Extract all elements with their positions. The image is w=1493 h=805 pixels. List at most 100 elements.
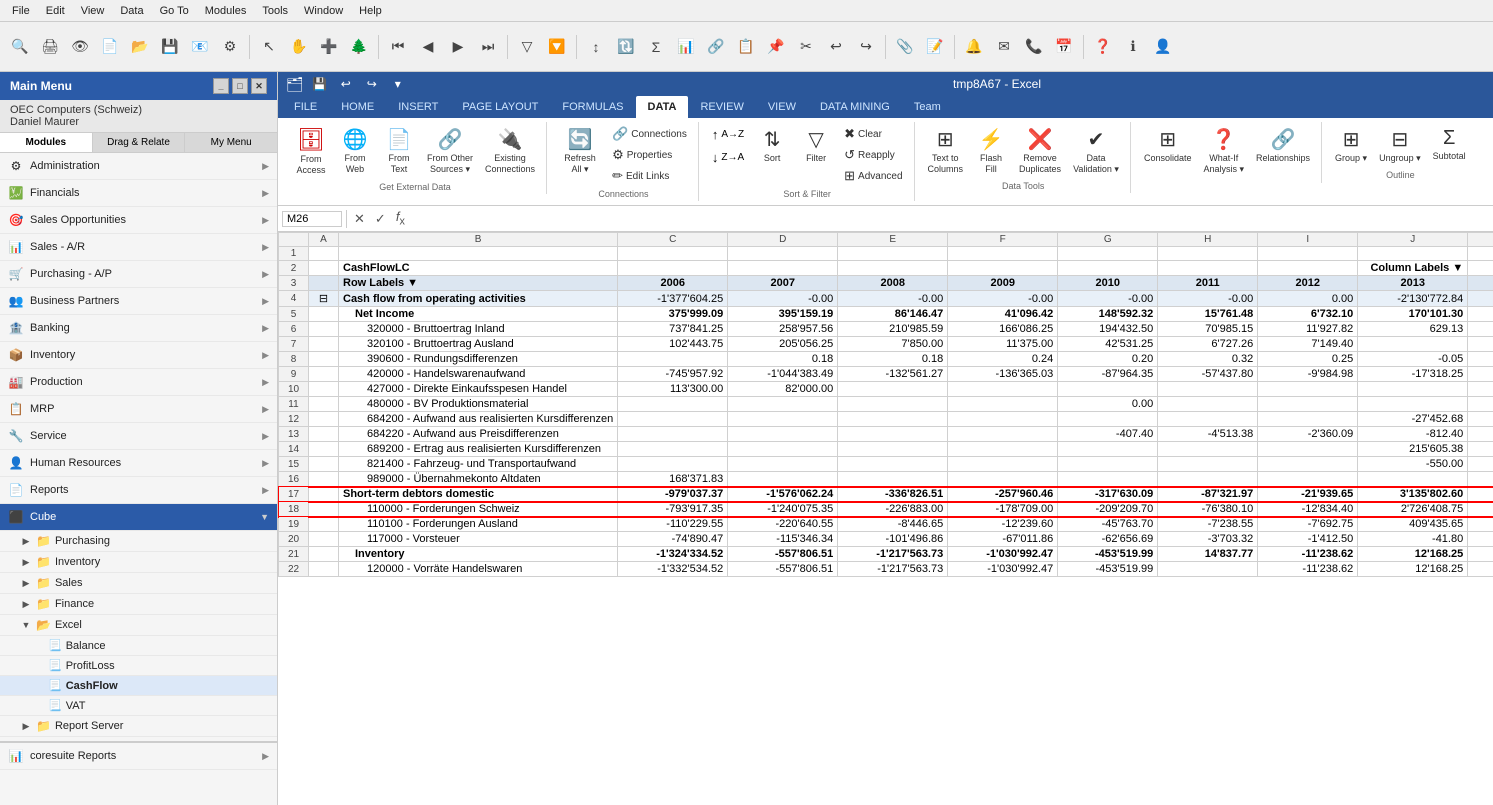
sort-az-btn[interactable]: ↑ A→Z	[707, 124, 749, 145]
tab-team[interactable]: Team	[902, 96, 953, 118]
cell-h5[interactable]: 15'761.48	[1158, 307, 1258, 322]
cell-i1[interactable]	[1258, 247, 1358, 261]
cell-b11[interactable]: 480000 - BV Produktionsmaterial	[339, 397, 618, 412]
refresh-all-btn[interactable]: 🔄 Refresh All ▾	[555, 124, 605, 178]
cell-reference-input[interactable]	[282, 211, 342, 227]
connections-btn[interactable]: 🔗 Connections	[607, 124, 692, 144]
cell-a16[interactable]	[309, 472, 339, 487]
qa-dropdown-btn[interactable]: ▾	[388, 74, 408, 94]
cell-f17[interactable]: -257'960.46	[948, 487, 1058, 502]
cell-e15[interactable]	[838, 457, 948, 472]
cell-d15[interactable]	[728, 457, 838, 472]
sidebar-item-mrp[interactable]: 📋 MRP ▶	[0, 396, 277, 423]
cell-c9[interactable]: -745'957.92	[618, 367, 728, 382]
cell-c8[interactable]	[618, 352, 728, 367]
cell-e10[interactable]	[838, 382, 948, 397]
cell-f6[interactable]: 166'086.25	[948, 322, 1058, 337]
cell-c13[interactable]	[618, 427, 728, 442]
cell-j14[interactable]: 215'605.38	[1358, 442, 1468, 457]
cell-a2[interactable]	[309, 261, 339, 276]
from-web-btn[interactable]: 🌐 From Web	[334, 124, 376, 178]
cell-i6[interactable]: 11'927.82	[1258, 322, 1358, 337]
consolidate-btn[interactable]: ⊞ Consolidate	[1139, 124, 1197, 167]
cell-j21[interactable]: 12'168.25	[1358, 547, 1468, 562]
cell-f9[interactable]: -136'365.03	[948, 367, 1058, 382]
cell-e11[interactable]	[838, 397, 948, 412]
tab-drag-relate[interactable]: Drag & Relate	[93, 133, 186, 152]
toolbar-copy-btn[interactable]: 📋	[732, 33, 760, 61]
reapply-btn[interactable]: ↺ Reapply	[839, 145, 907, 165]
toolbar-new-btn[interactable]: 📄	[96, 33, 124, 61]
formula-confirm-icon[interactable]: ✓	[372, 211, 389, 227]
cell-h12[interactable]	[1158, 412, 1258, 427]
cell-j17[interactable]: 3'135'802.60	[1358, 487, 1468, 502]
cell-e21[interactable]: -1'217'563.73	[838, 547, 948, 562]
cell-k3[interactable]: Grand Total	[1468, 276, 1493, 291]
cell-g16[interactable]	[1058, 472, 1158, 487]
cell-d11[interactable]	[728, 397, 838, 412]
tab-formulas[interactable]: FORMULAS	[550, 96, 635, 118]
cell-d14[interactable]	[728, 442, 838, 457]
toolbar-filter2-btn[interactable]: 🔽	[543, 33, 571, 61]
cell-a6[interactable]	[309, 322, 339, 337]
filter-btn[interactable]: ▽ Filter	[795, 124, 837, 167]
toolbar-print-preview-btn[interactable]: 👁	[66, 33, 94, 61]
cell-c15[interactable]	[618, 457, 728, 472]
cell-c18[interactable]: -793'917.35	[618, 502, 728, 517]
cell-d16[interactable]	[728, 472, 838, 487]
cell-c22[interactable]: -1'332'534.52	[618, 562, 728, 577]
cell-b22[interactable]: 120000 - Vorräte Handelswaren	[339, 562, 618, 577]
cell-f21[interactable]: -1'030'992.47	[948, 547, 1058, 562]
cell-f4[interactable]: -0.00	[948, 291, 1058, 307]
cell-b12[interactable]: 684200 - Aufwand aus realisierten Kursdi…	[339, 412, 618, 427]
cell-b4[interactable]: Cash flow from operating activities	[339, 291, 618, 307]
formula-fx-icon[interactable]: fx	[393, 209, 408, 228]
cell-a3[interactable]	[309, 276, 339, 291]
cell-b15[interactable]: 821400 - Fahrzeug- und Transportaufwand	[339, 457, 618, 472]
cell-f2[interactable]	[948, 261, 1058, 276]
tab-data-mining[interactable]: DATA MINING	[808, 96, 902, 118]
cell-h18[interactable]: -76'380.10	[1158, 502, 1258, 517]
toolbar-cursor-btn[interactable]: ↖	[255, 33, 283, 61]
cell-i10[interactable]	[1258, 382, 1358, 397]
toolbar-alarm-btn[interactable]: 🔔	[960, 33, 988, 61]
cell-h15[interactable]	[1158, 457, 1258, 472]
cell-f1[interactable]	[948, 247, 1058, 261]
cell-j8[interactable]: -0.05	[1358, 352, 1468, 367]
cell-i4[interactable]: 0.00	[1258, 291, 1358, 307]
menu-tools[interactable]: Tools	[254, 3, 296, 19]
cell-c3[interactable]: 2006	[618, 276, 728, 291]
cell-a14[interactable]	[309, 442, 339, 457]
cell-h14[interactable]	[1158, 442, 1258, 457]
cell-b5[interactable]: Net Income	[339, 307, 618, 322]
cell-e22[interactable]: -1'217'563.73	[838, 562, 948, 577]
cell-j4[interactable]: -2'130'772.84	[1358, 291, 1468, 307]
sidebar-close-btn[interactable]: ✕	[251, 78, 267, 94]
menu-goto[interactable]: Go To	[152, 3, 197, 19]
cell-e16[interactable]	[838, 472, 948, 487]
qa-save-btn[interactable]: 💾	[310, 74, 330, 94]
cell-f7[interactable]: 11'375.00	[948, 337, 1058, 352]
toolbar-help-btn[interactable]: ❓	[1089, 33, 1117, 61]
cell-c1[interactable]	[618, 247, 728, 261]
what-if-btn[interactable]: ❓ What-If Analysis ▾	[1198, 124, 1249, 178]
cell-f22[interactable]: -1'030'992.47	[948, 562, 1058, 577]
cell-c4[interactable]: -1'377'604.25	[618, 291, 728, 307]
sidebar-item-cube[interactable]: ⬛ Cube ▼	[0, 504, 277, 531]
toolbar-open-btn[interactable]: 📂	[126, 33, 154, 61]
cell-h22[interactable]	[1158, 562, 1258, 577]
cell-f18[interactable]: -178'709.00	[948, 502, 1058, 517]
tab-my-menu[interactable]: My Menu	[185, 133, 277, 152]
cell-b14[interactable]: 689200 - Ertrag aus realisierten Kursdif…	[339, 442, 618, 457]
cell-h21[interactable]: 14'837.77	[1158, 547, 1258, 562]
cell-d7[interactable]: 205'056.25	[728, 337, 838, 352]
cell-j2[interactable]: Column Labels ▼	[1358, 261, 1468, 276]
cell-a22[interactable]	[309, 562, 339, 577]
cell-e4[interactable]: -0.00	[838, 291, 948, 307]
toolbar-nav-prev-btn[interactable]: ◀	[414, 33, 442, 61]
cell-f13[interactable]	[948, 427, 1058, 442]
cell-e14[interactable]	[838, 442, 948, 457]
sidebar-minimize-btn[interactable]: _	[213, 78, 229, 94]
cell-b16[interactable]: 989000 - Übernahmekonto Altdaten	[339, 472, 618, 487]
cell-k9[interactable]: -2'231'973.09	[1468, 367, 1493, 382]
